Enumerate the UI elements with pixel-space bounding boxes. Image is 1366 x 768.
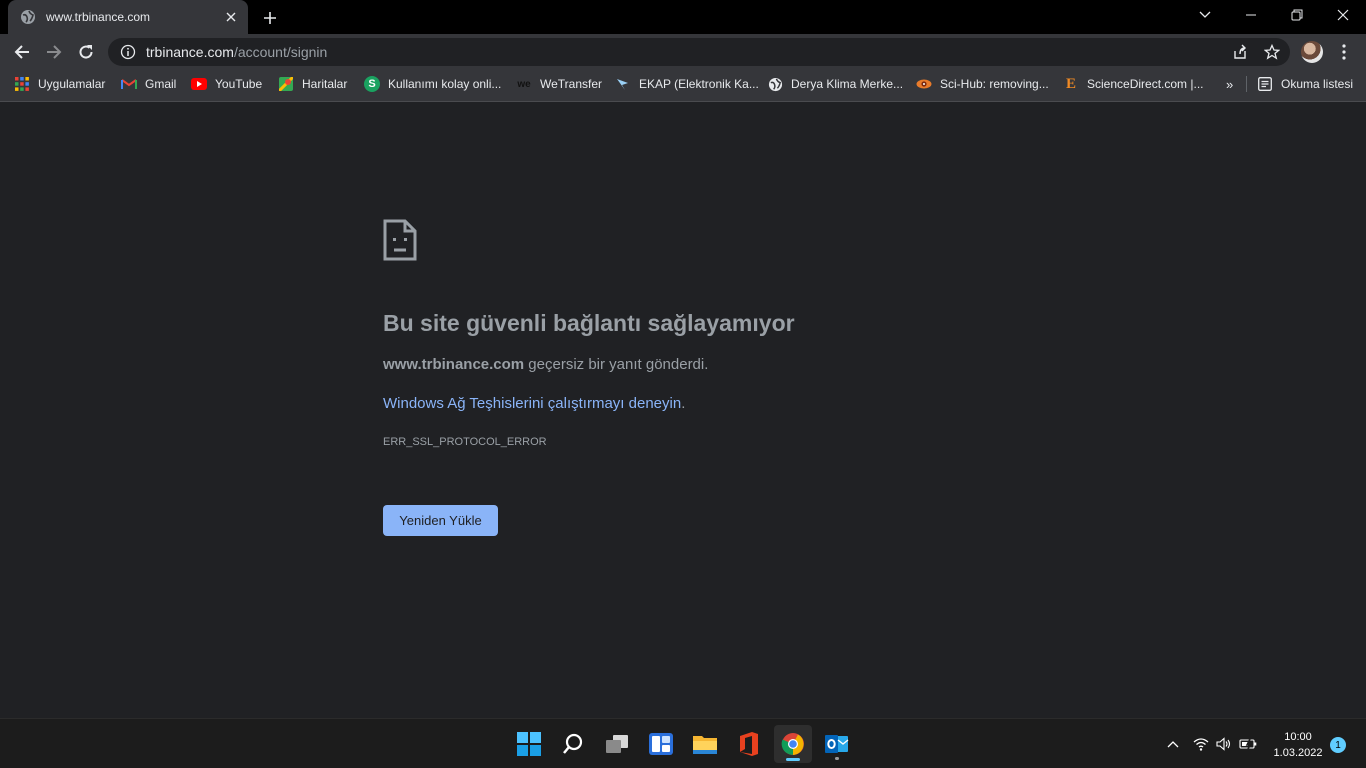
wetransfer-icon: we <box>517 78 531 90</box>
browser-toolbar: trbinance.com/account/signin <box>0 34 1366 70</box>
bookmark-label: Gmail <box>145 77 177 91</box>
share-icon[interactable] <box>1230 43 1250 61</box>
active-app-indicator <box>786 758 800 761</box>
reload-page-button[interactable]: Yeniden Yükle <box>383 505 498 536</box>
url-path: /account/signin <box>233 44 328 60</box>
bookmark-label: Derya Klima Merke... <box>791 77 904 91</box>
close-icon[interactable] <box>222 8 240 26</box>
bookmark-label: Sci-Hub: removing... <box>940 77 1049 91</box>
wifi-icon[interactable] <box>1192 735 1210 753</box>
reload-icon <box>79 45 93 59</box>
window-close-button[interactable] <box>1320 0 1366 30</box>
elsevier-e-icon: E <box>1065 75 1076 92</box>
bookmark-apps[interactable]: Uygulamalar <box>14 70 105 98</box>
volume-icon[interactable] <box>1215 735 1233 753</box>
gmail-icon <box>121 76 137 92</box>
restore-button[interactable] <box>1274 0 1320 30</box>
battery-icon[interactable] <box>1239 735 1257 753</box>
youtube-icon <box>191 76 207 92</box>
address-bar[interactable]: trbinance.com/account/signin <box>108 38 1290 66</box>
error-link-suffix: . <box>681 395 686 412</box>
profile-avatar[interactable] <box>1301 41 1323 63</box>
globe-icon <box>20 9 36 25</box>
bookmark-label: Kullanımı kolay onli... <box>388 77 502 91</box>
tab-strip: www.trbinance.com <box>0 0 1366 34</box>
bookmark-label: YouTube <box>215 77 263 91</box>
system-clock[interactable]: 10:00 1.03.2022 <box>1268 729 1328 761</box>
error-host: www.trbinance.com <box>383 356 525 373</box>
chevron-up-icon[interactable] <box>1164 735 1182 753</box>
bookmarks-bar: Uygulamalar Gmail YouTube Haritalar S Ku… <box>0 70 1366 102</box>
forward-button[interactable] <box>40 38 68 66</box>
bookmark-label: Haritalar <box>302 77 348 91</box>
error-suggestion: Windows Ağ Teşhislerini çalıştırmayı den… <box>383 395 685 412</box>
error-message-text: geçersiz bir yanıt gönderdi. <box>524 356 709 373</box>
clock-time: 10:00 <box>1284 731 1312 743</box>
error-code: ERR_SSL_PROTOCOL_ERROR <box>383 436 547 448</box>
windows-taskbar: 10:00 1.03.2022 1 <box>0 718 1366 768</box>
bookmark-scihub[interactable]: Sci-Hub: removing... <box>916 70 1049 98</box>
bookmark-gmail[interactable]: Gmail <box>121 70 176 98</box>
office-icon[interactable] <box>730 725 768 763</box>
error-title: Bu site güvenli bağlantı sağlayamıyor <box>383 310 795 336</box>
bookmark-wetransfer[interactable]: we WeTransfer <box>516 70 602 98</box>
bookmarks-divider <box>1246 76 1247 92</box>
chrome-icon[interactable] <box>774 725 812 763</box>
bookmark-label: EKAP (Elektronik Ka... <box>639 77 759 91</box>
windows-start-icon[interactable] <box>510 725 548 763</box>
widgets-icon[interactable] <box>642 725 680 763</box>
plus-icon <box>264 12 276 24</box>
chevron-down-icon <box>1199 11 1211 18</box>
sad-page-icon <box>383 219 417 261</box>
task-view-icon[interactable] <box>598 725 636 763</box>
url-host: trbinance.com <box>146 44 234 60</box>
bookmark-label: ScienceDirect.com |... <box>1087 77 1204 91</box>
reading-list-button[interactable]: Okuma listesi <box>1257 70 1353 98</box>
error-message: www.trbinance.com geçersiz bir yanıt gön… <box>383 356 708 373</box>
arrow-left-icon <box>14 45 29 59</box>
minimize-button[interactable] <box>1228 0 1274 30</box>
bookmark-sciencedirect[interactable]: E ScienceDirect.com |... <box>1063 70 1204 98</box>
outlook-icon[interactable] <box>818 725 856 763</box>
scihub-icon <box>916 76 932 92</box>
arrow-right-icon <box>47 45 62 59</box>
notification-badge[interactable]: 1 <box>1330 737 1346 753</box>
info-icon[interactable] <box>120 44 136 60</box>
s-logo-icon: S <box>364 76 380 92</box>
new-tab-button[interactable] <box>258 6 282 30</box>
tab-search-button[interactable] <box>1182 0 1228 30</box>
apps-grid-icon <box>14 76 30 92</box>
star-icon[interactable] <box>1262 43 1282 61</box>
bookmarks-overflow-button[interactable]: » <box>1226 70 1233 98</box>
reading-list-label: Okuma listesi <box>1281 77 1354 91</box>
reload-button[interactable] <box>72 38 100 66</box>
ekap-icon <box>615 76 631 92</box>
minimize-icon <box>1246 14 1256 16</box>
bookmark-maps[interactable]: Haritalar <box>278 70 347 98</box>
error-page: Bu site güvenli bağlantı sağlayamıyor ww… <box>0 103 1366 718</box>
search-icon[interactable] <box>554 725 592 763</box>
bookmark-derya-klima[interactable]: Derya Klima Merke... <box>767 70 903 98</box>
reading-list-icon <box>1257 76 1273 92</box>
tab-title: www.trbinance.com <box>46 10 151 24</box>
bookmark-label: Uygulamalar <box>38 77 106 91</box>
globe-icon <box>767 76 783 92</box>
maps-icon <box>278 76 294 92</box>
bookmark-ekap[interactable]: EKAP (Elektronik Ka... <box>615 70 759 98</box>
close-icon <box>1337 9 1349 21</box>
bookmark-youtube[interactable]: YouTube <box>191 70 262 98</box>
restore-icon <box>1291 9 1303 21</box>
running-app-indicator <box>835 757 839 760</box>
bookmark-kullanimi-kolay[interactable]: S Kullanımı kolay onli... <box>364 70 501 98</box>
back-button[interactable] <box>8 38 36 66</box>
kebab-menu-icon[interactable] <box>1330 38 1358 66</box>
clock-date: 1.03.2022 <box>1273 747 1323 759</box>
network-diagnostics-link[interactable]: Windows Ağ Teşhislerini çalıştırmayı den… <box>383 395 681 412</box>
browser-tab[interactable]: www.trbinance.com <box>8 0 248 34</box>
file-explorer-icon[interactable] <box>686 725 724 763</box>
bookmark-label: WeTransfer <box>540 77 603 91</box>
